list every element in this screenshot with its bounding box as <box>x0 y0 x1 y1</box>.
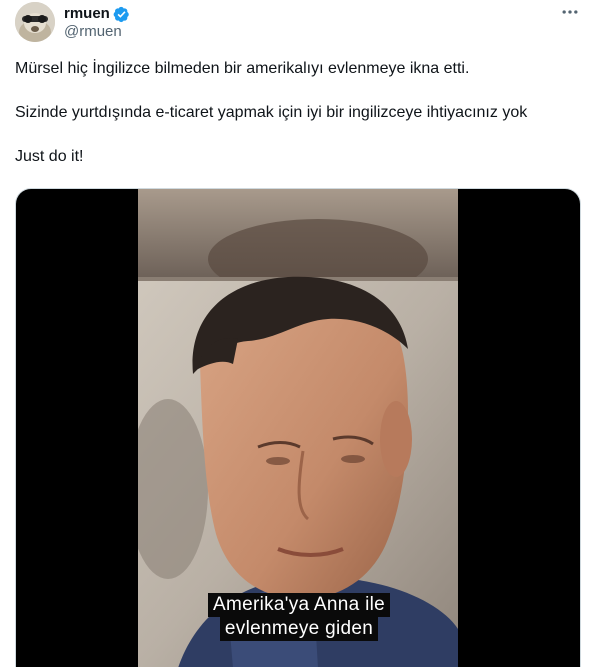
tweet-paragraph: Just do it! <box>15 148 84 165</box>
video-player[interactable]: Amerika'ya Anna ile evlenmeye giden <box>15 188 581 667</box>
avatar[interactable] <box>15 2 55 42</box>
subtitle-line: Amerika'ya Anna ile <box>208 593 390 617</box>
tweet-card: rmuen @rmuen Mürsel hiç İngilizce bilmed… <box>0 0 601 667</box>
tweet-paragraph: Sizinde yurtdışında e-ticaret yapmak içi… <box>15 104 528 121</box>
verified-badge-icon <box>113 6 130 23</box>
tweet-text: Mürsel hiç İngilizce bilmeden bir amerik… <box>15 58 590 168</box>
author-display-name[interactable]: rmuen <box>64 5 110 23</box>
video-subtitle: Amerika'ya Anna ile evlenmeye giden <box>184 593 414 641</box>
avatar-image <box>15 2 55 42</box>
author-name-row: rmuen <box>64 5 130 23</box>
author-handle[interactable]: @rmuen <box>64 23 122 41</box>
subtitle-line: evlenmeye giden <box>219 617 379 641</box>
tweet-paragraph: Mürsel hiç İngilizce bilmeden bir amerik… <box>15 60 470 77</box>
more-horizontal-icon[interactable] <box>558 2 582 22</box>
